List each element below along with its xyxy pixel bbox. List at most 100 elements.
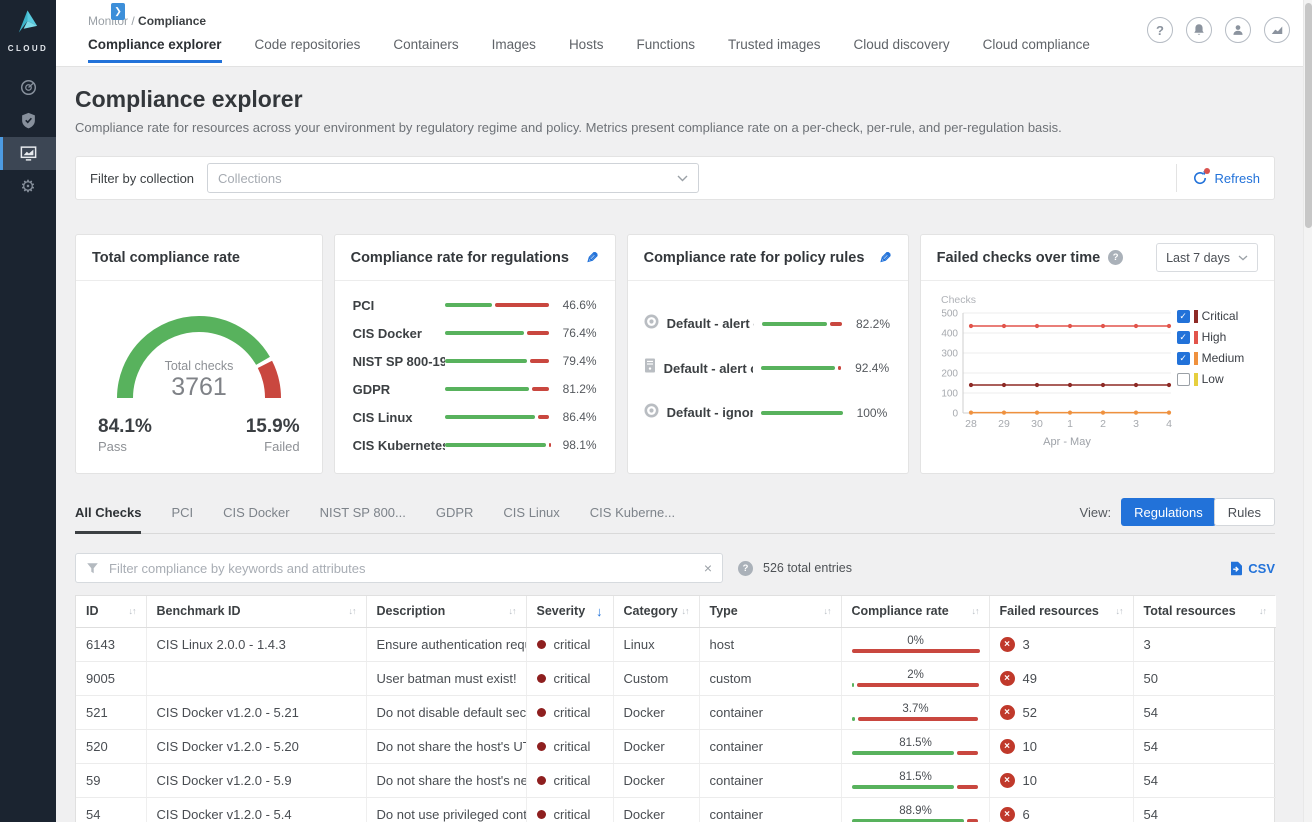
- policy-rules-title: Compliance rate for policy rules: [644, 250, 865, 266]
- tab-compliance-explorer[interactable]: Compliance explorer: [88, 37, 222, 63]
- regulation-row[interactable]: NIST SP 800-19079.4%: [353, 354, 597, 369]
- sort-toggle-icon[interactable]: ↓↑: [509, 606, 516, 616]
- sort-toggle-icon[interactable]: ↓↑: [824, 606, 831, 616]
- column-header-total-resources[interactable]: Total resources ↓↑: [1133, 596, 1276, 627]
- csv-export-button[interactable]: CSV: [1229, 561, 1275, 576]
- checks-tab-pci[interactable]: PCI: [171, 505, 193, 534]
- column-header-severity[interactable]: Severity↓: [526, 596, 613, 627]
- time-range-select[interactable]: Last 7 days: [1156, 243, 1258, 272]
- policy-rule-row[interactable]: Default - ignore T...100%: [644, 403, 892, 423]
- edit-regulations-icon[interactable]: ✎: [586, 249, 599, 267]
- checkbox-low[interactable]: [1177, 373, 1190, 386]
- table-row[interactable]: 54CIS Docker v1.2.0 - 5.4Do not use priv…: [76, 797, 1276, 822]
- legend-item-medium[interactable]: ✓ Medium: [1177, 351, 1265, 365]
- sidebar-item-monitor[interactable]: [0, 137, 56, 170]
- sort-toggle-icon[interactable]: ↓↑: [972, 606, 979, 616]
- tab-cloud-discovery[interactable]: Cloud discovery: [854, 37, 950, 63]
- table-row[interactable]: 9005User batman must exist!criticalCusto…: [76, 661, 1276, 695]
- sort-toggle-icon[interactable]: ↓↑: [349, 606, 356, 616]
- checks-tab-all-checks[interactable]: All Checks: [75, 505, 141, 534]
- logo-text: CLOUD: [8, 44, 48, 53]
- collections-select[interactable]: Collections: [207, 163, 699, 193]
- failed-checks-title: Failed checks over time: [937, 250, 1101, 266]
- policy-rule-row[interactable]: Default - alert on c...92.4%: [644, 358, 892, 378]
- table-row[interactable]: 521CIS Docker v1.2.0 - 5.21Do not disabl…: [76, 695, 1276, 729]
- regulation-row[interactable]: CIS Docker76.4%: [353, 326, 597, 341]
- vertical-scrollbar[interactable]: [1303, 0, 1312, 822]
- brand-logo[interactable]: CLOUD: [8, 0, 48, 59]
- user-icon[interactable]: [1225, 17, 1251, 43]
- checks-tab-gdpr[interactable]: GDPR: [436, 505, 474, 534]
- stats-icon[interactable]: [1264, 17, 1290, 43]
- policy-rule-row[interactable]: Default - alert on c...82.2%: [644, 314, 892, 334]
- cell-type: container: [699, 729, 841, 763]
- clear-filter-icon[interactable]: ×: [704, 561, 712, 575]
- refresh-button[interactable]: Refresh: [1192, 170, 1260, 186]
- regulation-percent: 81.2%: [551, 382, 597, 396]
- regulation-row[interactable]: GDPR81.2%: [353, 382, 597, 397]
- checks-tab-cis-linux[interactable]: CIS Linux: [503, 505, 559, 534]
- column-label: Total resources: [1144, 604, 1236, 618]
- column-header-id[interactable]: ID↓↑: [76, 596, 146, 627]
- breadcrumb-page: Compliance: [138, 14, 206, 28]
- pass-percent: 84.1%: [98, 416, 152, 438]
- funnel-icon: [86, 562, 99, 575]
- regulation-row[interactable]: CIS Linux86.4%: [353, 410, 597, 425]
- help-icon[interactable]: ?: [1147, 17, 1173, 43]
- column-label: Description: [377, 604, 446, 618]
- compliance-filter-input[interactable]: [107, 560, 696, 577]
- legend-item-high[interactable]: ✓High: [1177, 330, 1265, 344]
- column-header-category[interactable]: Category↓↑: [613, 596, 699, 627]
- sort-toggle-icon[interactable]: ↓↑: [129, 606, 136, 616]
- table-row[interactable]: 520CIS Docker v1.2.0 - 5.20Do not share …: [76, 729, 1276, 763]
- tab-trusted-images[interactable]: Trusted images: [728, 37, 821, 63]
- sidebar-expand-button[interactable]: ❯: [111, 3, 125, 20]
- column-header-description[interactable]: Description ↓↑: [366, 596, 526, 627]
- checks-tab-nist-sp-800[interactable]: NIST SP 800...: [320, 505, 406, 534]
- sort-toggle-icon[interactable]: ↓↑: [682, 606, 689, 616]
- column-header-type[interactable]: Type↓↑: [699, 596, 841, 627]
- tab-images[interactable]: Images: [492, 37, 536, 63]
- checkbox-critical[interactable]: ✓: [1177, 310, 1190, 323]
- bar-fail-segment: [838, 366, 841, 370]
- legend-item-critical[interactable]: ✓Critical: [1177, 309, 1265, 323]
- cell-failed-resources: ×3: [989, 627, 1133, 661]
- table-row[interactable]: 59CIS Docker v1.2.0 - 5.9Do not share th…: [76, 763, 1276, 797]
- severity-label: critical: [554, 807, 591, 822]
- notifications-icon[interactable]: [1186, 17, 1212, 43]
- sort-desc-icon[interactable]: ↓: [596, 604, 603, 619]
- edit-policy-rules-icon[interactable]: ✎: [879, 249, 892, 267]
- column-header-failed-resources[interactable]: Failed resources↓↑: [989, 596, 1133, 627]
- legend-item-low[interactable]: Low: [1177, 372, 1265, 386]
- regulation-row[interactable]: CIS Kubernetes98.1%: [353, 438, 597, 453]
- sidebar-item-defend[interactable]: [0, 104, 56, 137]
- tab-code-repositories[interactable]: Code repositories: [255, 37, 361, 63]
- tab-hosts[interactable]: Hosts: [569, 37, 604, 63]
- column-header-benchmark-id[interactable]: Benchmark ID↓↑: [146, 596, 366, 627]
- scrollbar-thumb[interactable]: [1305, 3, 1312, 228]
- tab-cloud-compliance[interactable]: Cloud compliance: [983, 37, 1090, 63]
- view-regulations-button[interactable]: Regulations: [1121, 498, 1216, 526]
- sort-toggle-icon[interactable]: ↓↑: [1259, 606, 1266, 616]
- chart-legend: ✓Critical✓High✓MediumLow: [1177, 309, 1265, 473]
- sort-toggle-icon[interactable]: ↓↑: [1116, 606, 1123, 616]
- view-rules-button[interactable]: Rules: [1214, 498, 1275, 526]
- regulation-label: CIS Linux: [353, 410, 445, 425]
- legend-label: Medium: [1202, 351, 1245, 365]
- table-row[interactable]: 6143CIS Linux 2.0.0 - 1.4.3Ensure authen…: [76, 627, 1276, 661]
- column-header-compliance-rate[interactable]: Compliance rate↓↑: [841, 596, 989, 627]
- tab-containers[interactable]: Containers: [393, 37, 458, 63]
- sidebar-item-manage[interactable]: ⚙: [0, 170, 56, 203]
- checks-tab-cis-docker[interactable]: CIS Docker: [223, 505, 289, 534]
- svg-text:2: 2: [1100, 418, 1106, 430]
- failed-checks-help-icon[interactable]: ?: [1108, 250, 1123, 265]
- policy-rule-percent: 100%: [857, 406, 892, 420]
- checks-tab-cis-kuberne[interactable]: CIS Kuberne...: [590, 505, 675, 534]
- sidebar-item-radar[interactable]: [0, 71, 56, 104]
- regulation-row[interactable]: PCI46.6%: [353, 298, 597, 313]
- checkbox-high[interactable]: ✓: [1177, 331, 1190, 344]
- tab-functions[interactable]: Functions: [636, 37, 695, 63]
- entries-help-icon[interactable]: ?: [738, 561, 753, 576]
- failed-x-icon: ×: [1000, 637, 1015, 652]
- checkbox-medium[interactable]: ✓: [1177, 352, 1190, 365]
